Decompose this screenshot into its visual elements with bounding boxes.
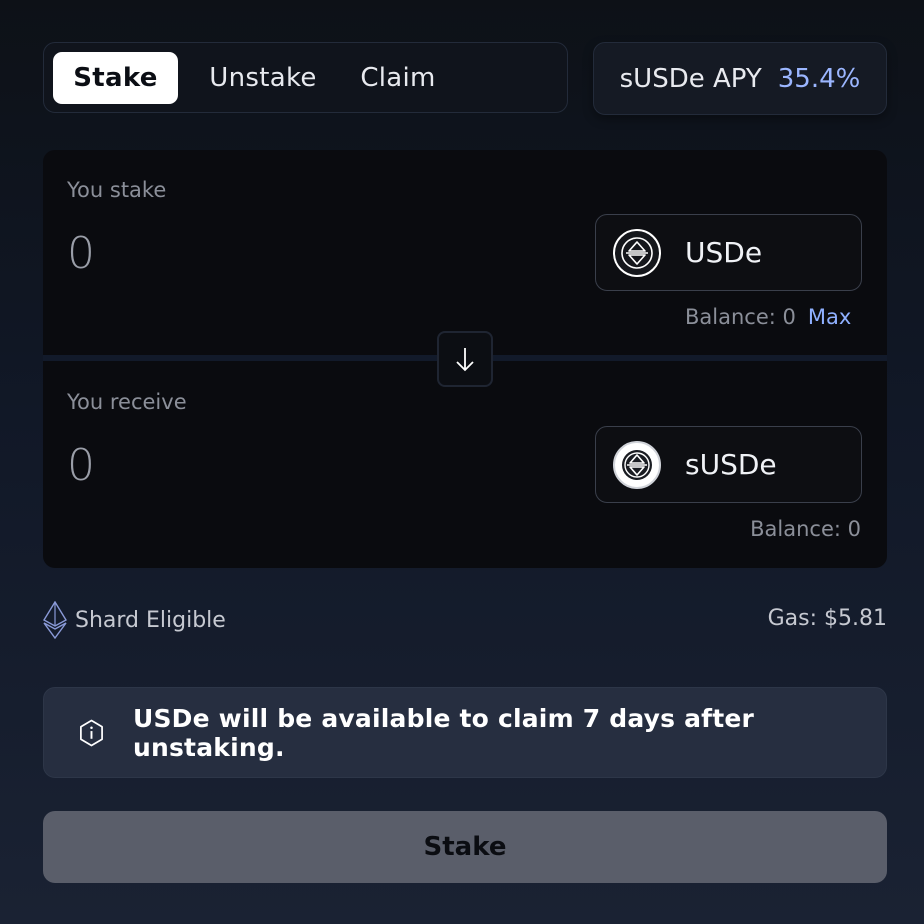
arrow-down-icon [456, 348, 474, 372]
notice-text: USDe will be available to claim 7 days a… [132, 703, 755, 762]
apy-value: 35.4% [777, 63, 861, 94]
shard-label: Shard Eligible [75, 607, 226, 633]
unstake-notice: USDe will be available to claim 7 days a… [43, 687, 887, 778]
mode-tabs: Stake Unstake Claim [43, 42, 568, 113]
apy-label: sUSDe APY [619, 63, 762, 94]
stake-token-name: USDe [685, 236, 763, 269]
stake-token-selector[interactable]: USDe [595, 214, 862, 291]
swap-direction-button[interactable] [437, 331, 493, 387]
stake-amount-input[interactable]: 0 [67, 228, 95, 279]
usde-coin-icon [613, 228, 661, 277]
info-hexagon-icon [80, 719, 103, 746]
max-button[interactable]: Max [808, 305, 851, 329]
tab-unstake[interactable]: Unstake [178, 52, 348, 104]
stake-label: You stake [67, 178, 167, 202]
receive-label: You receive [67, 390, 187, 414]
ethereum-diamond-icon [43, 601, 67, 639]
gas-estimate: Gas: $5.81 [767, 606, 887, 631]
receive-token-name: sUSDe [685, 448, 777, 481]
swap-card: You stake 0 USDe Balance: 0 Max You recei… [43, 150, 887, 568]
receive-amount: 0 [67, 440, 95, 491]
receive-balance: Balance: 0 [750, 517, 861, 541]
apy-badge: sUSDe APY 35.4% [593, 42, 887, 115]
shard-eligible: Shard Eligible [43, 600, 226, 640]
susde-coin-icon [613, 440, 661, 489]
tab-stake[interactable]: Stake [53, 51, 178, 104]
tab-claim[interactable]: Claim [338, 52, 458, 104]
receive-token-selector[interactable]: sUSDe [595, 426, 862, 503]
stake-button[interactable]: Stake [43, 811, 887, 883]
stake-balance: Balance: 0 Max [685, 305, 851, 329]
stake-balance-text: Balance: 0 [685, 305, 796, 329]
